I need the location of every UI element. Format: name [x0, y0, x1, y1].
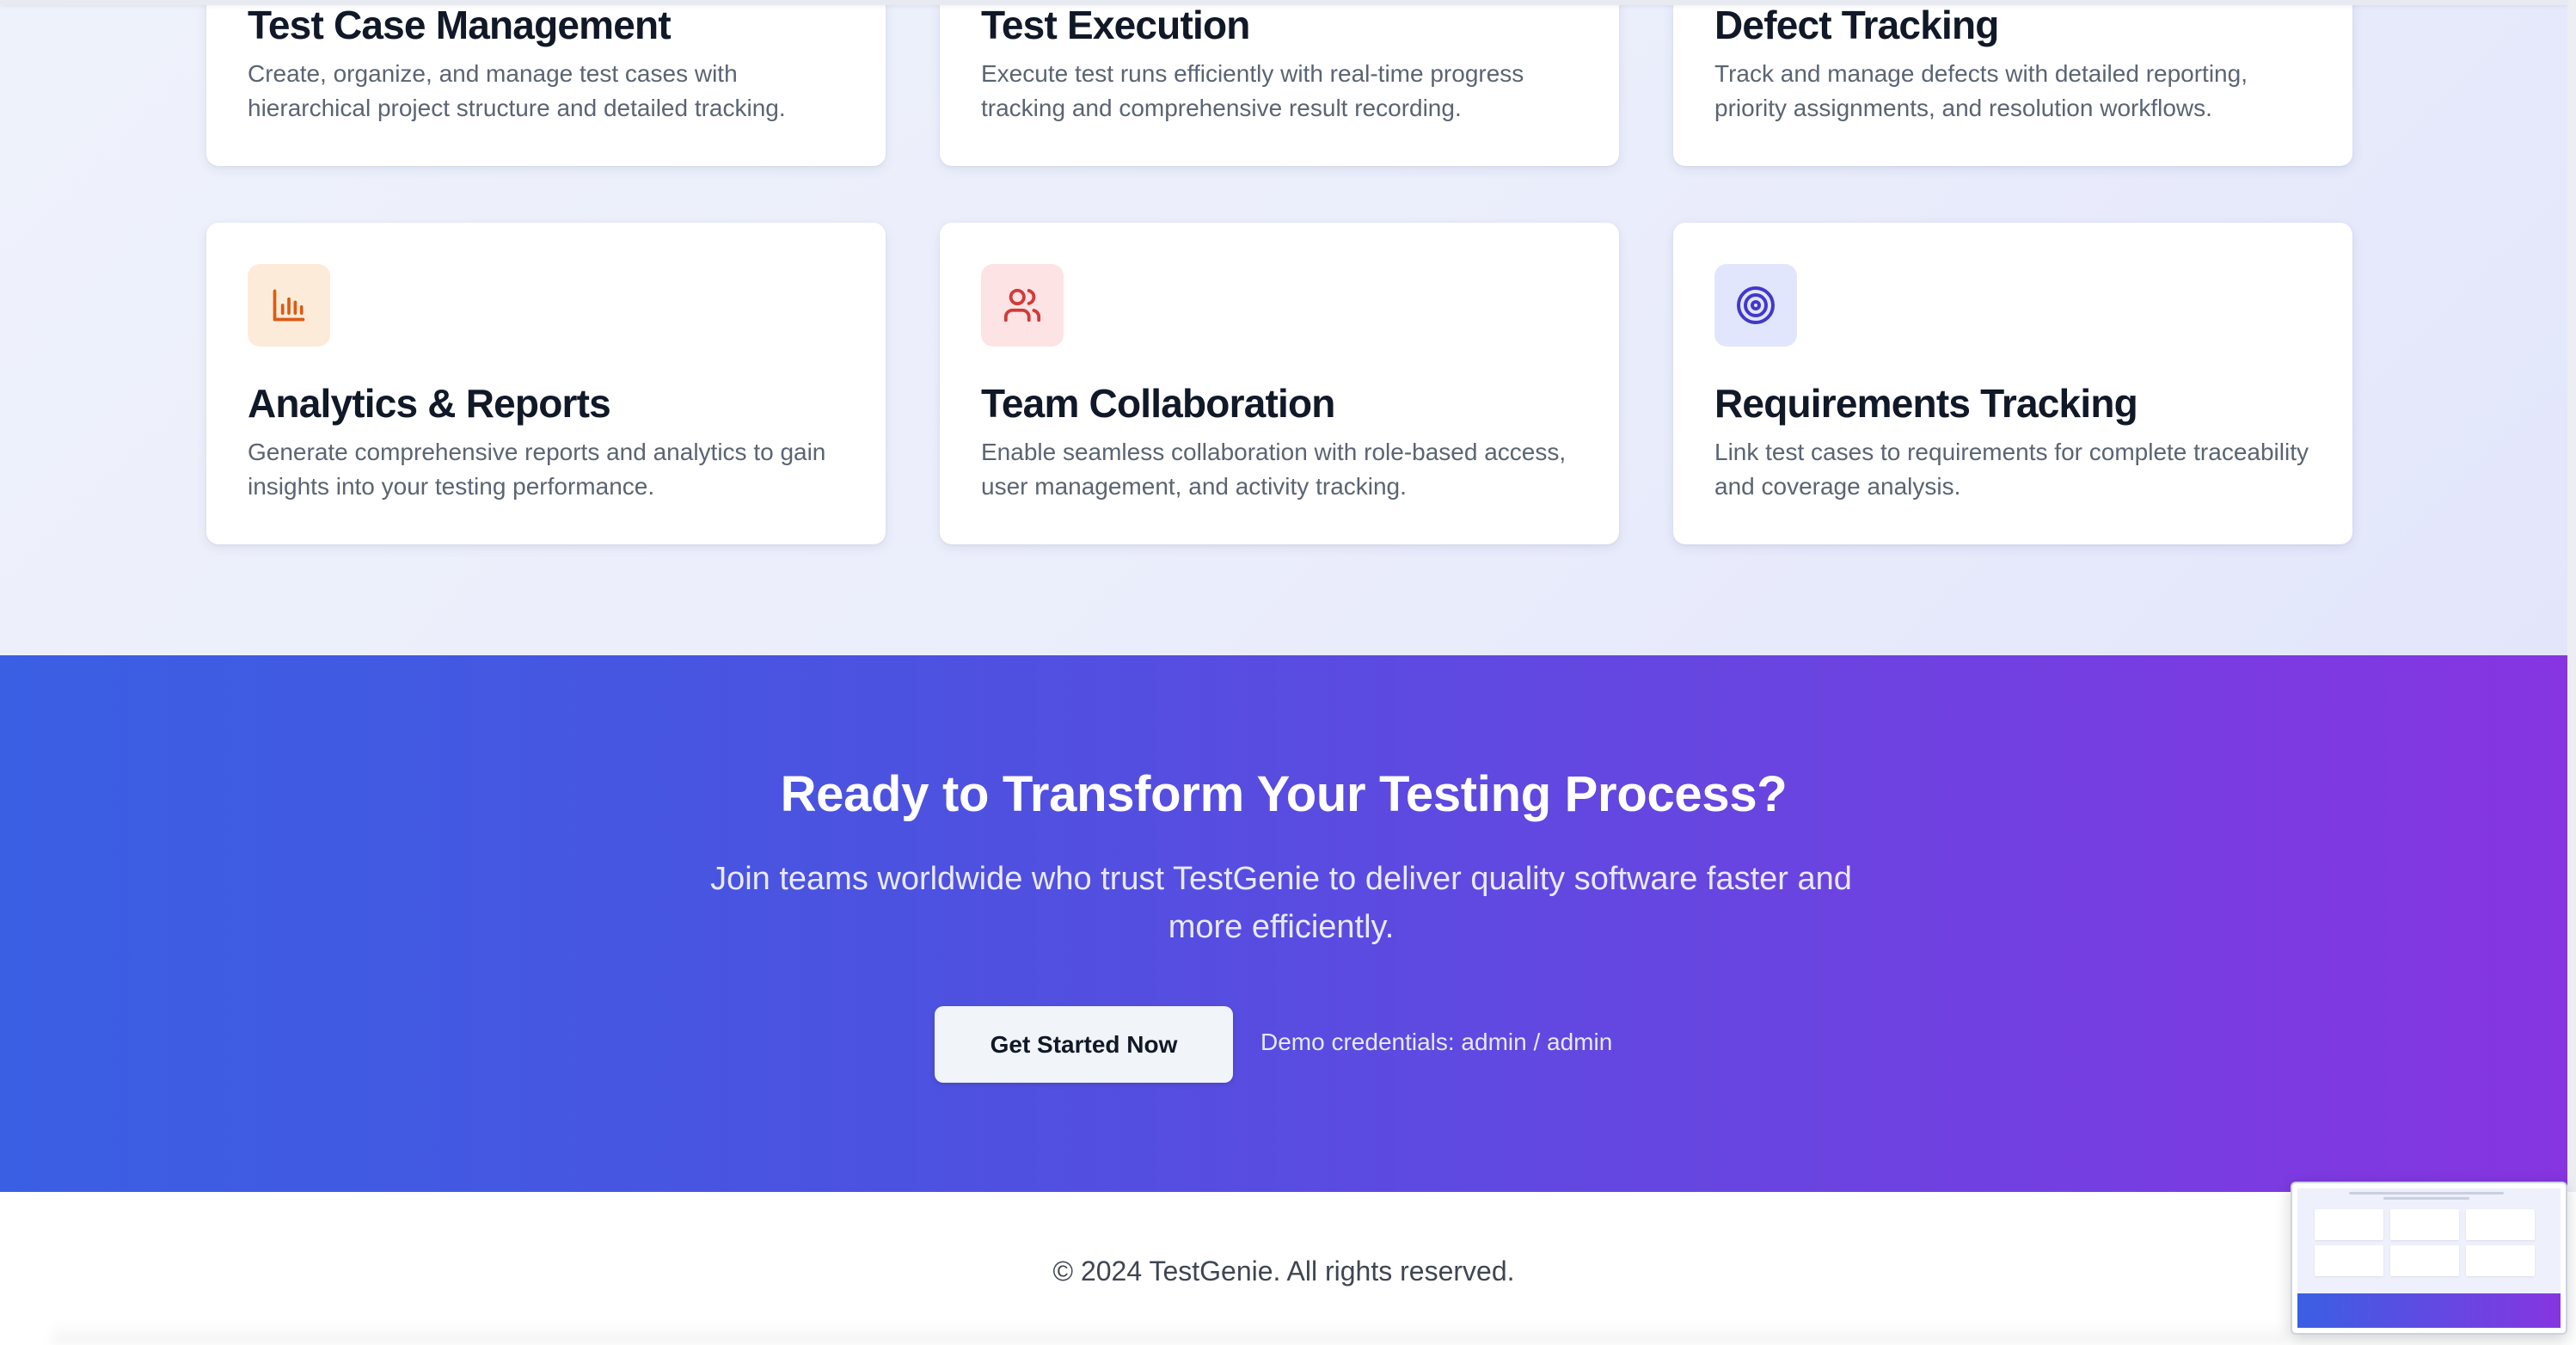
thumbnail-card	[2315, 1209, 2383, 1240]
requirements-icon-box	[1714, 264, 1797, 347]
thumbnail-card	[2390, 1245, 2459, 1276]
feature-card-defect-tracking: Defect Tracking Track and manage defects…	[1673, 0, 2352, 166]
feature-title: Team Collaboration	[981, 381, 1335, 426]
thumbnail-line	[2383, 1197, 2469, 1200]
thumbnail-line	[2349, 1192, 2504, 1195]
feature-description: Link test cases to requirements for comp…	[1714, 439, 2309, 500]
feature-card-test-execution: Test Execution Execute test runs efficie…	[940, 0, 1619, 166]
thumbnail-card	[2390, 1209, 2459, 1240]
feature-card-test-case-management: Test Case Management Create, organize, a…	[206, 0, 886, 166]
cta-subtitle: Join teams worldwide who trust TestGenie…	[710, 861, 1852, 945]
scrollbar-track[interactable]	[2567, 0, 2576, 1345]
page-preview-thumbnail[interactable]	[2291, 1182, 2567, 1335]
feature-description: Enable seamless collaboration with role-…	[981, 439, 1567, 500]
thumbnail-card	[2466, 1245, 2535, 1276]
copyright-text: © 2024 TestGenie. All rights reserved.	[1052, 1256, 1515, 1287]
feature-title: Test Case Management	[248, 3, 672, 47]
feature-description: Generate comprehensive reports and analy…	[248, 439, 826, 500]
thumbnail-card	[2315, 1245, 2383, 1276]
feature-description: Track and manage defects with detailed r…	[1714, 60, 2248, 121]
feature-description: Execute test runs efficiently with real-…	[981, 60, 1524, 121]
thumbnail-cta	[2297, 1293, 2561, 1328]
bar-chart-icon	[273, 289, 305, 322]
feature-title: Test Execution	[981, 3, 1250, 47]
get-started-button[interactable]: Get Started Now	[935, 1006, 1233, 1083]
target-icon	[1737, 286, 1775, 324]
footer: © 2024 TestGenie. All rights reserved.	[0, 1192, 2576, 1345]
feature-card-team-collaboration: Team Collaboration Enable seamless colla…	[940, 223, 1619, 544]
thumbnail-card	[2466, 1209, 2535, 1240]
top-edge	[0, 0, 2567, 5]
users-icon	[1003, 288, 1041, 322]
analytics-icon-box	[248, 264, 330, 347]
feature-title: Defect Tracking	[1714, 3, 1999, 47]
feature-title: Requirements Tracking	[1714, 381, 2138, 426]
features-section: Test Case Management Create, organize, a…	[0, 0, 2567, 655]
feature-card-analytics-reports: Analytics & Reports Generate comprehensi…	[206, 223, 886, 544]
feature-card-requirements-tracking: Requirements Tracking Link test cases to…	[1673, 223, 2352, 544]
thumbnail-content	[2297, 1188, 2561, 1328]
team-icon-box	[981, 264, 1064, 347]
cta-section: Ready to Transform Your Testing Process?…	[0, 655, 2567, 1192]
feature-description: Create, organize, and manage test cases …	[248, 60, 786, 121]
cta-title: Ready to Transform Your Testing Process?	[780, 766, 1788, 822]
feature-title: Analytics & Reports	[248, 381, 611, 426]
demo-credentials-text: Demo credentials: admin / admin	[1260, 1029, 1613, 1055]
footer-shadow	[52, 1323, 2287, 1345]
